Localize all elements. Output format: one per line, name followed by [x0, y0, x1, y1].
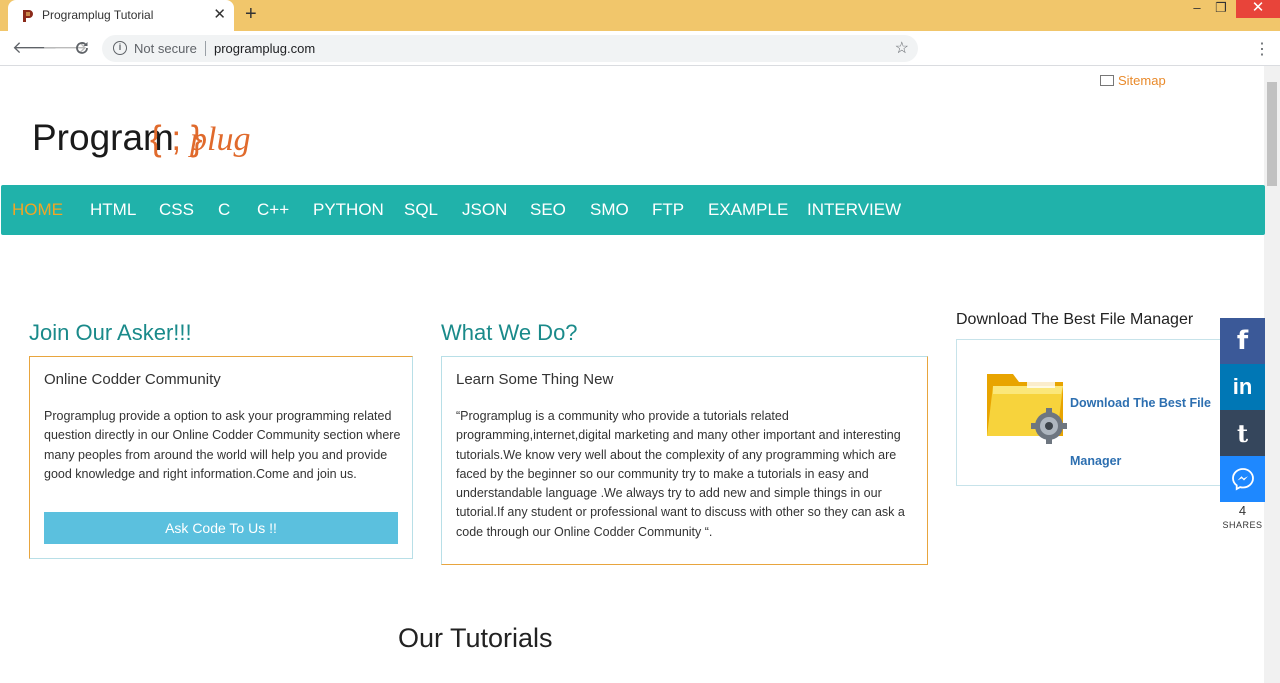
nav-ftp[interactable]: FTP: [652, 200, 684, 220]
new-tab-button[interactable]: +: [245, 3, 257, 26]
nav-sql[interactable]: SQL: [404, 200, 438, 220]
nav-c[interactable]: C: [218, 200, 230, 220]
address-bar[interactable]: i Not secure programplug.com ☆: [102, 35, 918, 62]
join-card-text: Programplug provide a option to ask your…: [44, 409, 401, 481]
bookmark-star-icon[interactable]: ☆: [895, 38, 909, 58]
what-card-text: “Programplug is a community who provide …: [456, 409, 905, 539]
ask-code-button[interactable]: Ask Code To Us !!: [44, 512, 398, 544]
map-icon: [1100, 75, 1114, 86]
scrollbar-thumb[interactable]: [1267, 82, 1277, 186]
nav-example[interactable]: EXAMPLE: [708, 200, 788, 220]
file-manager-link-line2[interactable]: Manager: [1070, 454, 1121, 468]
messenger-icon: [1231, 468, 1254, 491]
page-scrollbar[interactable]: [1264, 66, 1280, 683]
tumblr-share-button[interactable]: t: [1220, 410, 1265, 456]
info-icon[interactable]: i: [113, 41, 127, 55]
facebook-share-button[interactable]: f: [1220, 318, 1265, 364]
tumblr-icon: t: [1236, 418, 1249, 448]
what-card: Learn Some Thing New “Programplug is a c…: [441, 356, 928, 565]
nav-interview[interactable]: INTERVIEW: [807, 200, 901, 220]
window-close-button[interactable]: ✕: [1236, 0, 1280, 18]
security-status: Not secure: [134, 41, 197, 56]
programplug-favicon: [23, 10, 33, 22]
file-manager-link-line1[interactable]: Download The Best File: [1070, 396, 1211, 410]
nav-smo[interactable]: SMO: [590, 200, 629, 220]
tutorials-heading: Our Tutorials: [398, 623, 553, 653]
tab-close-icon[interactable]: ✕: [213, 6, 226, 24]
main-navbar: HOME HTML CSS C C++ PYTHON SQL JSON SEO …: [1, 185, 1265, 235]
url-text[interactable]: programplug.com: [214, 41, 315, 56]
what-card-title: Learn Some Thing New: [456, 371, 614, 388]
share-label: SHARES: [1222, 520, 1263, 530]
what-heading: What We Do?: [441, 320, 578, 345]
window-maximize-button[interactable]: ❐: [1210, 0, 1232, 18]
window-minimize-button[interactable]: –: [1186, 0, 1208, 18]
join-card-title: Online Codder Community: [44, 371, 221, 388]
reload-icon[interactable]: [74, 40, 90, 56]
nav-python[interactable]: PYTHON: [313, 200, 384, 220]
nav-cpp[interactable]: C++: [257, 200, 289, 220]
linkedin-icon: in: [1232, 374, 1253, 399]
join-card: Online Codder Community Programplug prov…: [29, 356, 413, 559]
sitemap-link[interactable]: Sitemap: [1100, 73, 1166, 88]
folder-icon[interactable]: [983, 358, 1073, 450]
programplug-logo[interactable]: Program { ; } plug: [32, 108, 252, 164]
nav-json[interactable]: JSON: [462, 200, 507, 220]
nav-home[interactable]: HOME: [12, 200, 63, 220]
tab-title: Programplug Tutorial: [42, 8, 154, 22]
join-heading: Join Our Asker!!!: [29, 320, 192, 345]
facebook-icon: f: [1236, 326, 1249, 356]
sidebar-title: Download The Best File Manager: [956, 311, 1194, 328]
browser-tab[interactable]: Programplug Tutorial ✕: [8, 0, 234, 31]
linkedin-share-button[interactable]: in: [1220, 364, 1265, 410]
browser-titlebar: Programplug Tutorial ✕ + – ❐ ✕: [0, 0, 1280, 31]
file-manager-card: Download The Best File Manager: [956, 339, 1226, 486]
nav-html[interactable]: HTML: [90, 200, 136, 220]
share-count: 4: [1238, 503, 1247, 518]
logo-text-plug: plug: [188, 121, 250, 158]
browser-toolbar: 🡐 🡒 i Not secure programplug.com ☆ ⋮: [0, 31, 1280, 66]
messenger-share-button[interactable]: [1220, 456, 1265, 502]
nav-seo[interactable]: SEO: [530, 200, 566, 220]
sitemap-label: Sitemap: [1118, 73, 1166, 88]
nav-css[interactable]: CSS: [159, 200, 194, 220]
browser-menu-icon[interactable]: ⋮: [1254, 39, 1270, 59]
omnibox-divider: [205, 41, 206, 56]
